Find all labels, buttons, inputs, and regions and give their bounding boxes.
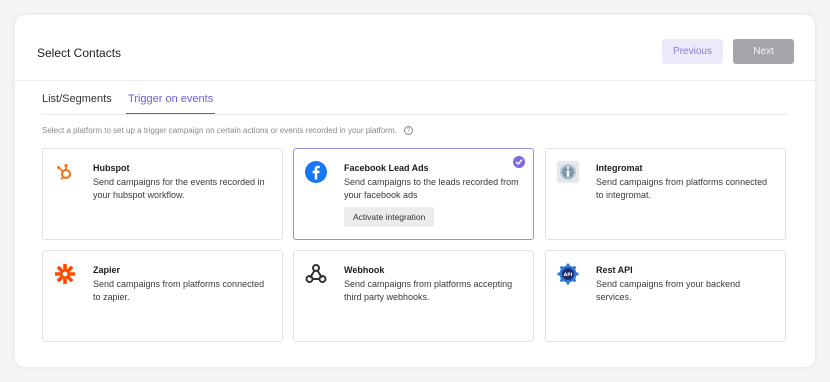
- card-description: Send campaigns from platforms accepting …: [344, 279, 513, 302]
- panel-header: Select Contacts Previous Next: [15, 15, 815, 81]
- card-description: Send campaigns from platforms connected …: [93, 279, 265, 302]
- card-name: Facebook Lead Ads: [344, 163, 429, 173]
- card-facebook-lead-ads[interactable]: Facebook Lead Ads Send campaigns to the …: [293, 148, 534, 240]
- card-name: Integromat: [596, 163, 643, 173]
- card-description: Send campaigns from your backend service…: [596, 279, 741, 302]
- card-zapier[interactable]: Zapier Send campaigns from platforms con…: [42, 250, 283, 342]
- card-rest-api[interactable]: API Rest API Send campaigns from your ba…: [545, 250, 786, 342]
- check-icon: [513, 156, 525, 168]
- card-description: Send campaigns to the leads recorded fro…: [344, 177, 519, 200]
- tab-list-segments[interactable]: List/Segments: [42, 93, 112, 115]
- card-webhook[interactable]: Webhook Send campaigns from platforms ac…: [293, 250, 534, 342]
- webhook-icon: [304, 262, 328, 286]
- hubspot-icon: [53, 160, 77, 184]
- card-description: Send campaigns from platforms connected …: [596, 177, 768, 200]
- tab-trigger-on-events[interactable]: Trigger on events: [126, 93, 216, 115]
- select-contacts-panel: Select Contacts Previous Next List/Segme…: [15, 15, 815, 367]
- card-name: Webhook: [344, 265, 385, 275]
- tabs-divider: [42, 114, 788, 115]
- card-integromat[interactable]: Integromat Send campaigns from platforms…: [545, 148, 786, 240]
- card-description: Send campaigns for the events recorded i…: [93, 177, 265, 200]
- previous-button[interactable]: Previous: [662, 39, 723, 64]
- card-name: Zapier: [93, 265, 121, 275]
- card-name: Rest API: [596, 265, 633, 275]
- facebook-icon: [304, 160, 328, 184]
- activate-integration-button[interactable]: Activate integration: [344, 207, 435, 227]
- rest-api-icon: API: [556, 262, 580, 286]
- page-title: Select Contacts: [37, 46, 122, 60]
- next-button[interactable]: Next: [733, 39, 794, 64]
- card-name: Hubspot: [93, 163, 130, 173]
- integromat-icon: [556, 160, 580, 184]
- tabs: List/Segments Trigger on events: [40, 93, 790, 115]
- platform-hint: Select a platform to set up a trigger ca…: [42, 126, 413, 135]
- svg-text:API: API: [564, 272, 573, 278]
- hint-text: Select a platform to set up a trigger ca…: [42, 126, 397, 135]
- card-hubspot[interactable]: Hubspot Send campaigns for the events re…: [42, 148, 283, 240]
- help-icon[interactable]: ?: [403, 126, 413, 135]
- zapier-icon: [53, 262, 77, 286]
